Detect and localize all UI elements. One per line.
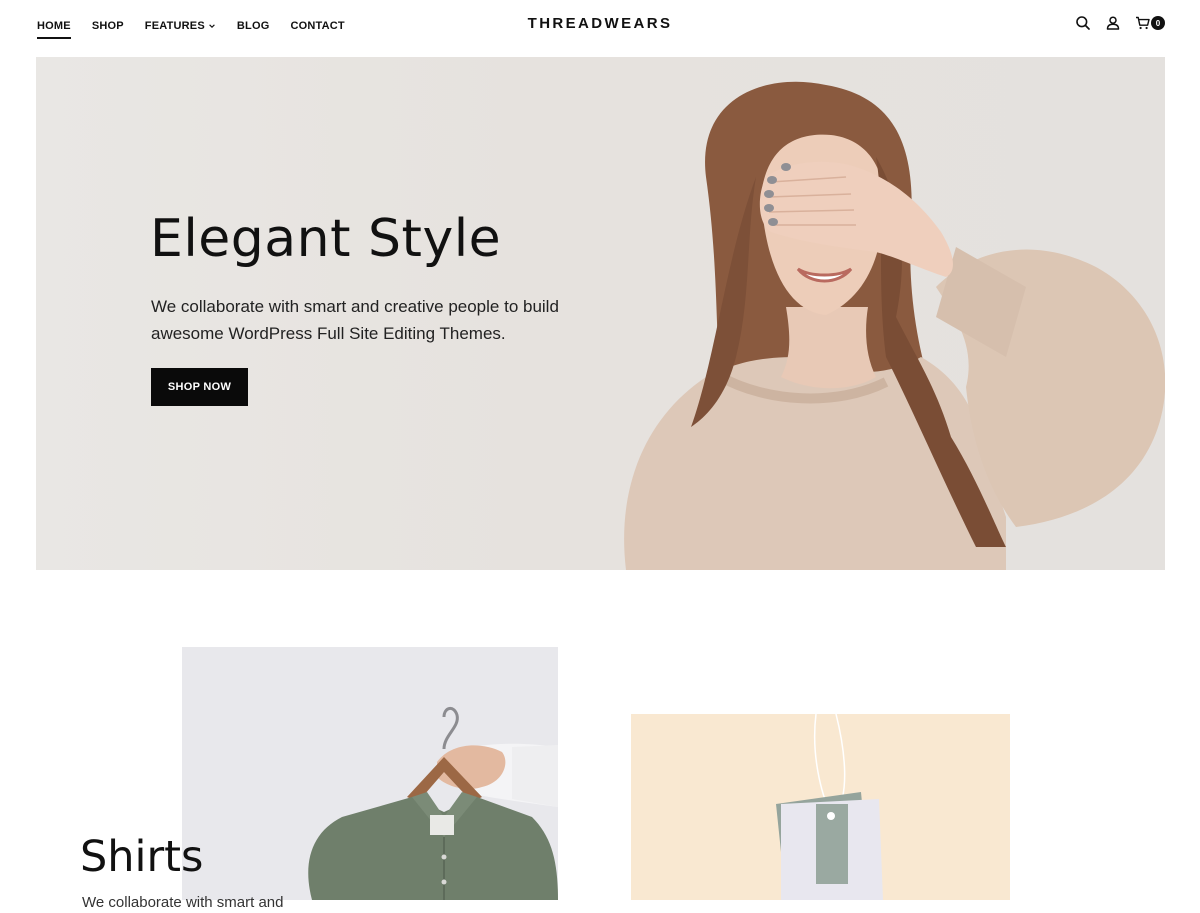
shirts-category-title[interactable]: Shirts <box>80 832 203 882</box>
tags-category-image[interactable] <box>631 714 1010 900</box>
hero-description: We collaborate with smart and creative p… <box>151 297 559 343</box>
hero-banner: Elegant Style We collaborate with smart … <box>36 57 1165 570</box>
hero-title: Elegant Style <box>150 209 502 269</box>
cart-button[interactable]: 0 <box>1135 15 1165 31</box>
cart-icon <box>1136 16 1150 30</box>
shirts-category-image[interactable] <box>182 647 558 900</box>
shirt-on-hanger-illustration <box>308 707 558 900</box>
clothing-tag-illustration <box>776 714 883 900</box>
shop-now-button[interactable]: SHOP NOW <box>151 368 248 406</box>
header-icons: 0 <box>1075 15 1165 31</box>
site-logo[interactable]: THREADWEARS <box>0 15 1200 32</box>
shirts-category-text: We collaborate with smart and <box>82 894 284 911</box>
site-header: HOME SHOP FEATURES BLOG CONTACT THREADWE… <box>0 0 1200 52</box>
cart-count-badge: 0 <box>1151 16 1165 30</box>
hero-model-image <box>624 81 1165 570</box>
user-icon[interactable] <box>1105 15 1121 31</box>
search-icon[interactable] <box>1075 15 1091 31</box>
